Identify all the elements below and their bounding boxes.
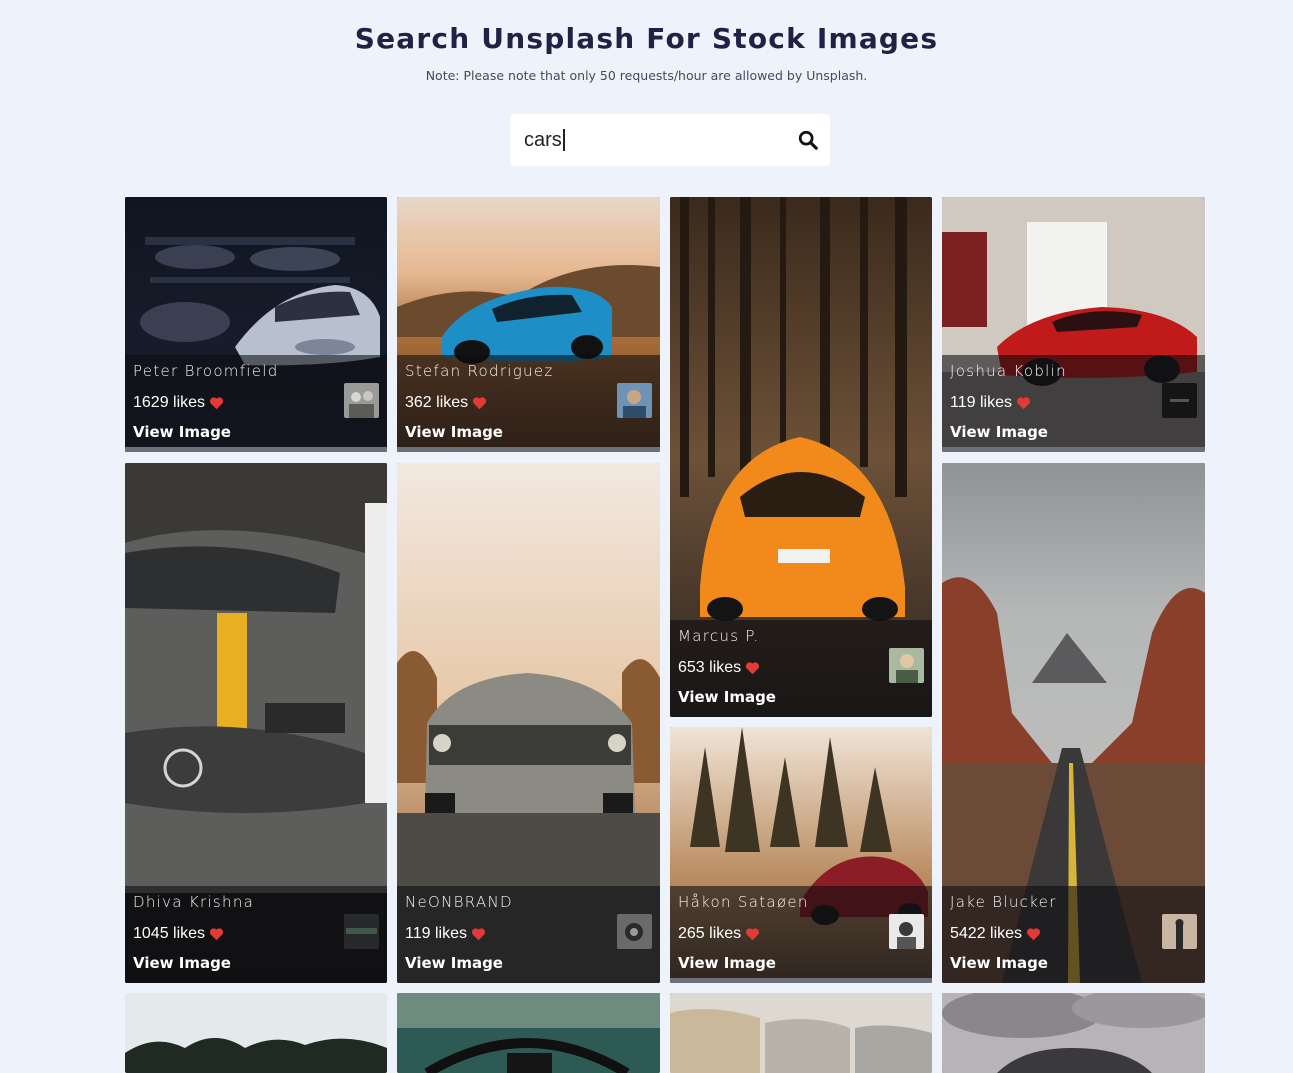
image-card[interactable] xyxy=(942,993,1205,1073)
photo-classic-cars-row xyxy=(670,993,932,1073)
author-name: Jake Blucker xyxy=(950,893,1057,911)
author-avatar[interactable] xyxy=(889,914,924,949)
card-overlay: Joshua Koblin 119 likes View Image xyxy=(942,355,1205,452)
author-name: Joshua Koblin xyxy=(950,362,1067,380)
likes-count: 265 likes xyxy=(678,925,742,942)
view-image-link[interactable]: View Image xyxy=(678,954,776,972)
view-image-link[interactable]: View Image xyxy=(678,688,776,706)
author-avatar[interactable] xyxy=(617,914,652,949)
likes-count: 119 likes xyxy=(405,925,467,942)
author-avatar[interactable] xyxy=(1162,914,1197,949)
author-name: NeONBRAND xyxy=(405,893,513,911)
likes-row: 119 likes xyxy=(405,925,486,943)
search-box xyxy=(510,114,830,166)
author-name: Stefan Rodriguez xyxy=(405,362,554,380)
image-card[interactable] xyxy=(670,993,932,1073)
card-overlay: NeONBRAND 119 likes View Image xyxy=(397,886,660,983)
card-overlay: Peter Broomfield 1629 likes View Image xyxy=(125,355,387,452)
view-image-link[interactable]: View Image xyxy=(950,423,1048,441)
card-bottom-strip xyxy=(125,447,387,452)
heart-icon xyxy=(209,397,224,410)
photo-misty-trees xyxy=(125,993,387,1073)
card-bottom-strip xyxy=(670,978,932,983)
image-card[interactable]: Joshua Koblin 119 likes View Image xyxy=(942,197,1205,452)
heart-icon xyxy=(1026,928,1041,941)
image-card[interactable]: Dhiva Krishna 1045 likes View Image xyxy=(125,463,387,983)
author-avatar[interactable] xyxy=(344,914,379,949)
author-avatar[interactable] xyxy=(344,383,379,418)
card-overlay: Stefan Rodriguez 362 likes View Image xyxy=(397,355,660,452)
image-card[interactable]: Håkon Sataøen 265 likes View Image xyxy=(670,727,932,983)
rate-limit-note: Note: Please note that only 50 requests/… xyxy=(425,68,868,83)
heart-icon xyxy=(209,928,224,941)
author-avatar[interactable] xyxy=(1162,383,1197,418)
search-input[interactable] xyxy=(510,114,780,166)
likes-count: 1629 likes xyxy=(133,394,206,411)
heart-icon xyxy=(746,928,760,941)
card-overlay: Dhiva Krishna 1045 likes View Image xyxy=(125,886,387,983)
view-image-link[interactable]: View Image xyxy=(405,954,503,972)
likes-row: 1045 likes xyxy=(133,925,224,943)
view-image-link[interactable]: View Image xyxy=(133,954,231,972)
author-name: Peter Broomfield xyxy=(133,362,279,380)
view-image-link[interactable]: View Image xyxy=(405,423,503,441)
likes-count: 119 likes xyxy=(950,394,1012,411)
likes-row: 653 likes xyxy=(678,659,760,677)
likes-count: 653 likes xyxy=(678,659,742,676)
heart-icon xyxy=(471,928,486,941)
author-avatar[interactable] xyxy=(617,383,652,418)
search-icon xyxy=(798,130,818,150)
likes-row: 265 likes xyxy=(678,925,760,943)
likes-count: 1045 likes xyxy=(133,925,206,942)
page-title: Search Unsplash For Stock Images xyxy=(354,22,939,55)
author-name: Håkon Sataøen xyxy=(678,893,809,911)
photo-car-cloudy-sky xyxy=(942,993,1205,1073)
likes-row: 1629 likes xyxy=(133,394,224,412)
author-name: Marcus P. xyxy=(678,627,760,645)
image-card[interactable]: Peter Broomfield 1629 likes View Image xyxy=(125,197,387,452)
likes-count: 362 likes xyxy=(405,394,469,411)
author-name: Dhiva Krishna xyxy=(133,893,255,911)
image-card[interactable]: Stefan Rodriguez 362 likes View Image xyxy=(397,197,660,452)
heart-icon xyxy=(473,397,487,410)
heart-icon xyxy=(1016,397,1031,410)
image-card[interactable]: Marcus P. 653 likes View Image xyxy=(670,197,932,717)
card-bottom-strip xyxy=(397,447,660,452)
heart-icon xyxy=(746,662,760,675)
text-caret xyxy=(563,129,565,151)
card-overlay: Marcus P. 653 likes View Image xyxy=(670,620,932,717)
author-avatar[interactable] xyxy=(889,648,924,683)
view-image-link[interactable]: View Image xyxy=(950,954,1048,972)
search-button[interactable] xyxy=(792,124,824,156)
likes-row: 119 likes xyxy=(950,394,1031,412)
image-card[interactable]: NeONBRAND 119 likes View Image xyxy=(397,463,660,983)
likes-count: 5422 likes xyxy=(950,925,1023,942)
card-overlay: Jake Blucker 5422 likes View Image xyxy=(942,886,1205,983)
likes-row: 362 likes xyxy=(405,394,487,412)
image-card[interactable]: Jake Blucker 5422 likes View Image xyxy=(942,463,1205,983)
view-image-link[interactable]: View Image xyxy=(133,423,231,441)
image-card[interactable] xyxy=(125,993,387,1073)
card-bottom-strip xyxy=(942,447,1205,452)
photo-steering-wheel-rain xyxy=(397,993,660,1073)
card-overlay: Håkon Sataøen 265 likes View Image xyxy=(670,886,932,983)
image-card[interactable] xyxy=(397,993,660,1073)
likes-row: 5422 likes xyxy=(950,925,1041,943)
